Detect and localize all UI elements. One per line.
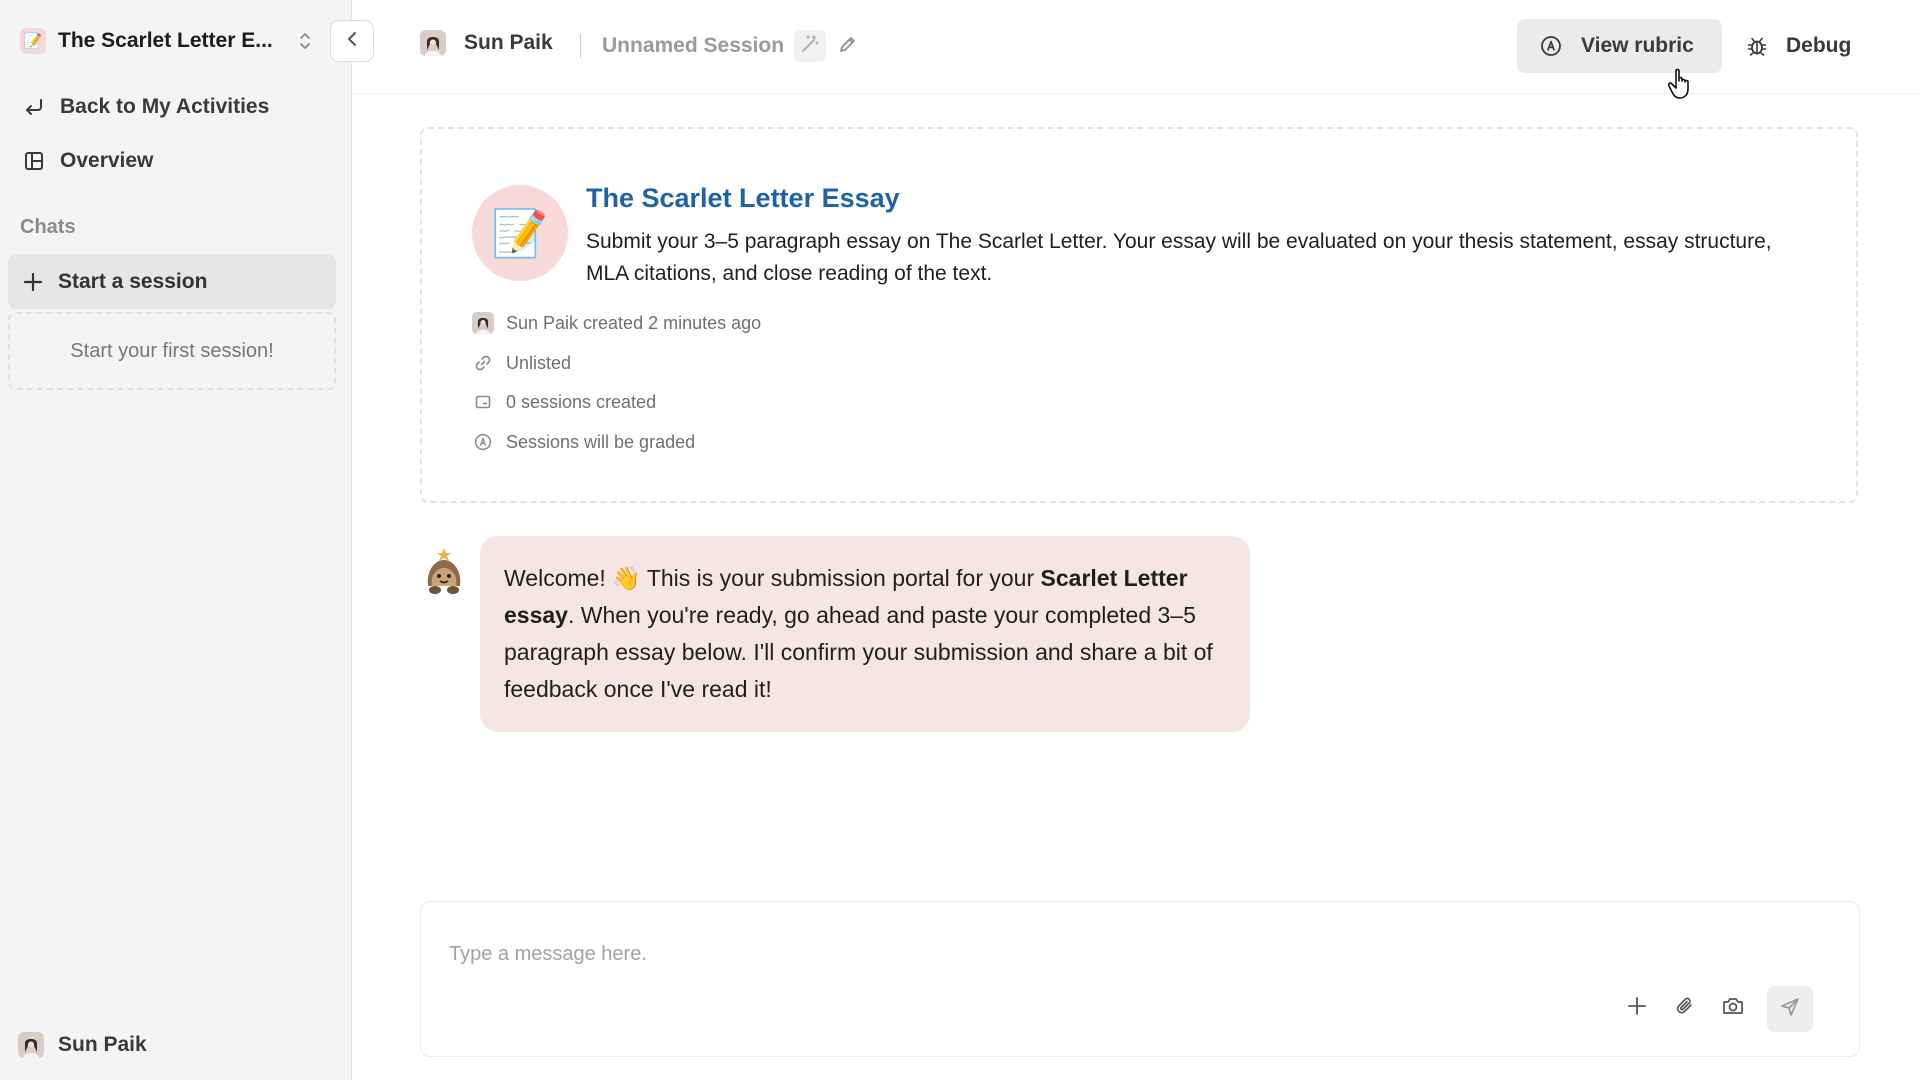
assistant-message: Welcome! 👋 This is your submission porta…: [480, 536, 1250, 732]
auto-name-button[interactable]: [794, 30, 826, 62]
plus-icon: [22, 271, 44, 293]
chevron-up-down-icon: [298, 30, 312, 52]
workspace-title: The Scarlet Letter E...: [58, 29, 273, 52]
user-menu[interactable]: Sun Paik: [18, 1032, 147, 1058]
session-name[interactable]: Unnamed Session: [602, 34, 784, 58]
grade-circle-icon: [472, 431, 494, 453]
overview-link[interactable]: Overview: [10, 138, 335, 184]
divider: [580, 34, 581, 58]
start-session-label: Start a session: [58, 269, 208, 293]
camera-icon: [1721, 995, 1745, 1022]
meta-sessions: 0 sessions created: [472, 391, 656, 413]
add-button[interactable]: [1619, 990, 1655, 1026]
footer-user-name: Sun Paik: [58, 1033, 147, 1056]
chats-section-label: Chats: [20, 216, 76, 238]
app-root: 📝 The Scarlet Letter E... Back to My Act…: [0, 0, 1920, 1080]
top-bar: Sun Paik Unnamed Session View rubric Deb…: [352, 0, 1920, 99]
meta-sessions-text: 0 sessions created: [506, 391, 657, 412]
pencil-memo-icon: 📝: [472, 185, 568, 281]
attach-button[interactable]: [1667, 990, 1703, 1026]
workspace-switcher[interactable]: 📝 The Scarlet Letter E...: [10, 18, 322, 64]
meta-visibility-text: Unlisted: [506, 352, 572, 373]
return-arrow-icon: [22, 95, 46, 119]
link-icon: [472, 352, 494, 374]
send-icon: [1779, 996, 1801, 1023]
overview-label: Overview: [60, 149, 154, 172]
grade-circle-icon: [1539, 34, 1563, 58]
sidebar: 📝 The Scarlet Letter E... Back to My Act…: [0, 0, 352, 1080]
message-composer: [420, 901, 1860, 1057]
session-owner: Sun Paik: [420, 30, 553, 56]
activity-card: 📝 The Scarlet Letter Essay Submit your 3…: [420, 127, 1858, 503]
paperclip-icon: [1674, 995, 1696, 1022]
back-label: Back to My Activities: [60, 95, 270, 118]
bot-avatar-icon: [427, 548, 461, 594]
window-icon: [472, 391, 494, 413]
meta-grading: Sessions will be graded: [472, 431, 695, 453]
plus-icon: [1626, 995, 1648, 1022]
start-session-button[interactable]: Start a session: [8, 254, 336, 309]
activity-description: Submit your 3–5 paragraph essay on The S…: [586, 230, 1772, 285]
meta-grading-text: Sessions will be graded: [506, 431, 696, 452]
message-input[interactable]: [449, 936, 1749, 972]
view-rubric-label: View rubric: [1581, 34, 1694, 57]
meta-created: Sun Paik created 2 minutes ago: [472, 312, 761, 334]
main-panel: Sun Paik Unnamed Session View rubric Deb…: [352, 0, 1920, 1080]
collapse-sidebar-button[interactable]: [330, 20, 374, 62]
chevron-left-icon: [345, 30, 359, 53]
magic-wand-icon: [799, 33, 821, 60]
hand-pointer-cursor-icon: [1668, 68, 1689, 99]
send-button[interactable]: [1767, 986, 1813, 1032]
pencil-memo-icon: 📝: [20, 28, 46, 54]
rename-session-button[interactable]: [834, 32, 862, 60]
avatar: [18, 1032, 44, 1058]
camera-button[interactable]: [1715, 990, 1751, 1026]
empty-sessions-placeholder: Start your first session!: [8, 312, 336, 390]
bug-icon: [1746, 34, 1768, 58]
debug-label: Debug: [1786, 34, 1852, 57]
activity-title: The Scarlet Letter Essay: [586, 183, 900, 213]
debug-button[interactable]: Debug: [1734, 19, 1862, 73]
owner-name: Sun Paik: [464, 31, 553, 54]
layout-icon: [22, 149, 46, 173]
meta-visibility: Unlisted: [472, 352, 571, 374]
meta-created-text: Sun Paik created 2 minutes ago: [506, 312, 762, 333]
back-to-activities-link[interactable]: Back to My Activities: [10, 84, 335, 130]
avatar: [472, 312, 494, 334]
pencil-icon: [838, 34, 858, 59]
avatar: [420, 30, 446, 56]
view-rubric-button[interactable]: View rubric: [1517, 19, 1722, 73]
